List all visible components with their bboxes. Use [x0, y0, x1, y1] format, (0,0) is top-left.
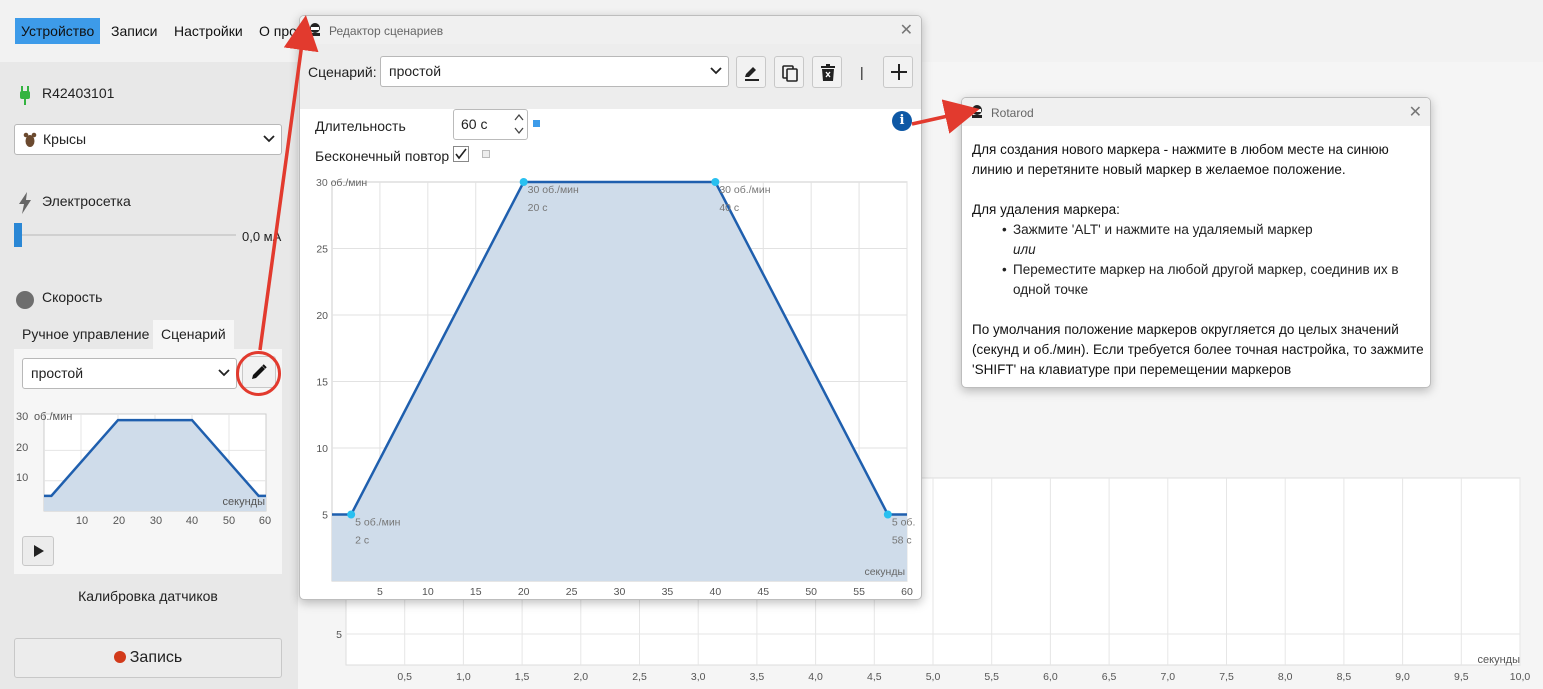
- arrow-to-editor: [258, 15, 319, 351]
- annotation-arrows: [258, 15, 980, 351]
- arrow-to-help: [911, 99, 980, 134]
